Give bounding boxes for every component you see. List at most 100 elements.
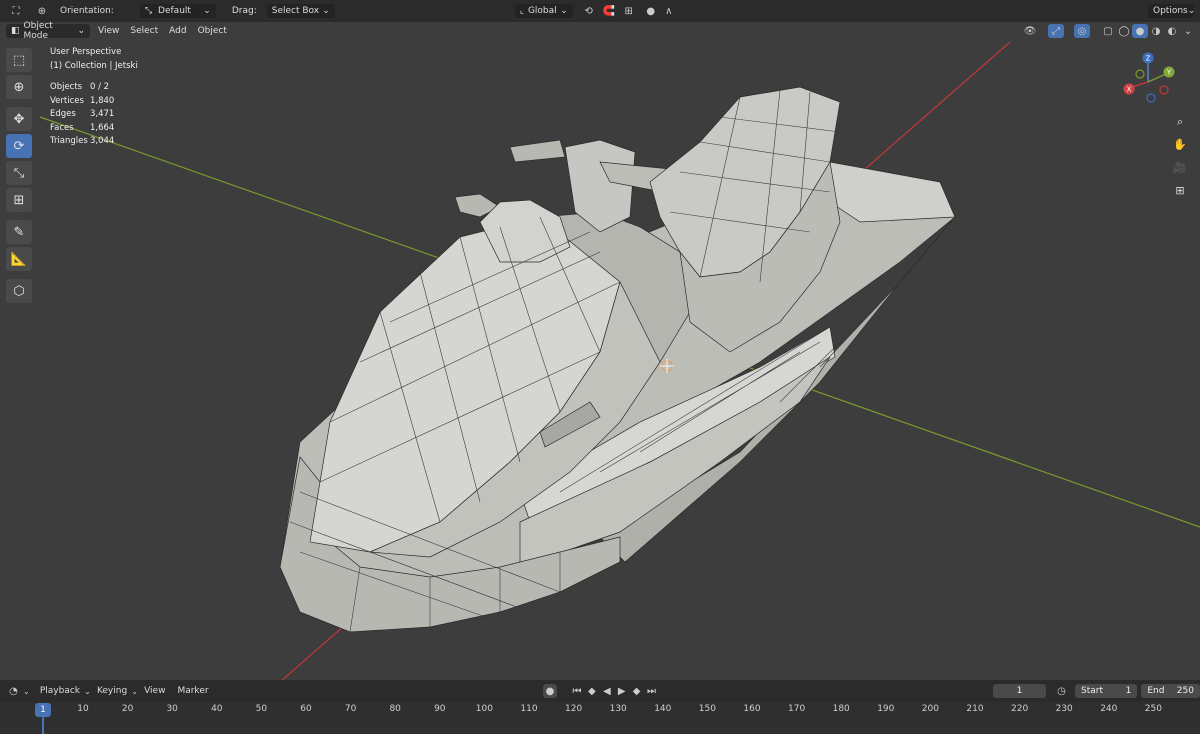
next-keyframe-icon[interactable]: ◆: [629, 684, 644, 698]
stopwatch-icon[interactable]: ◷: [1054, 684, 1069, 698]
stat-label: Objects: [50, 82, 83, 92]
end-frame-field[interactable]: End 250: [1141, 684, 1200, 698]
3d-viewport[interactable]: [0, 22, 1200, 680]
frame-tick-label: 70: [344, 704, 357, 714]
rendered-shading-icon[interactable]: ◐: [1164, 24, 1180, 38]
falloff-icon[interactable]: ∧: [661, 4, 677, 18]
frame-tick-label: 200: [921, 704, 939, 714]
xray-icon[interactable]: ▢: [1100, 24, 1116, 38]
frame-tick-label: 130: [609, 704, 627, 714]
frame-tick-label: 40: [211, 704, 223, 714]
pan-hand-icon[interactable]: ✋: [1170, 134, 1190, 154]
solid-shading-icon[interactable]: ●: [1132, 24, 1148, 38]
frame-tick-label: 90: [434, 704, 446, 714]
chevron-down-icon[interactable]: ⌄: [80, 684, 95, 698]
menu-marker[interactable]: Marker: [177, 686, 208, 696]
toolbar: ⬚ ⊕ ✥ ⟳ ⤡ ⊞ ✎ 📐 ⬡: [6, 48, 34, 306]
viewport-header: ◧ Object Mode ⌄ View Select Add Object 👁…: [0, 21, 1200, 41]
prev-keyframe-icon[interactable]: ◆: [584, 684, 599, 698]
tool-settings-bar: ⛶ ⊕ Orientation: ⤡ Default ⌄ Drag: Selec…: [0, 0, 1200, 22]
frame-tick-label: 110: [520, 704, 538, 714]
drag-dropdown[interactable]: Select Box ⌄: [266, 4, 335, 18]
drag-value: Select Box: [271, 6, 320, 16]
chevron-down-icon: ⌄: [203, 6, 211, 16]
menu-keying[interactable]: Keying: [97, 686, 127, 696]
orientation-gizmo-icon: ⊕: [37, 5, 47, 17]
scale-tool-icon[interactable]: ⤡: [6, 161, 32, 185]
chevron-down-icon[interactable]: ⌄: [19, 684, 34, 698]
zoom-icon[interactable]: ⌕: [1170, 112, 1190, 132]
chevron-down-icon[interactable]: ⌄: [127, 684, 142, 698]
select-tool-icon[interactable]: ⬚: [6, 48, 32, 72]
options-dropdown[interactable]: Options ⌄: [1148, 4, 1196, 18]
visibility-icon[interactable]: 👁: [1022, 24, 1038, 38]
menu-playback[interactable]: Playback: [40, 686, 80, 696]
measure-tool-icon[interactable]: 📐: [6, 247, 32, 271]
menu-add[interactable]: Add: [169, 26, 186, 36]
timeline-ruler[interactable]: 1 10 20 30 40 50 60 70 80 90 100 110 120 130 140 150 16…: [0, 702, 1200, 734]
navigation-gizmo[interactable]: Z X Y: [1120, 50, 1180, 110]
play-reverse-icon[interactable]: ◀: [599, 684, 614, 698]
play-icon[interactable]: ▶: [614, 684, 629, 698]
start-frame-field[interactable]: Start 1: [1074, 684, 1138, 698]
proportional-edit-icon[interactable]: ●: [643, 4, 659, 18]
transform-pivot-icon[interactable]: ⛶: [8, 4, 24, 18]
options-label: Options: [1153, 6, 1188, 16]
frame-tick-label: 170: [788, 704, 806, 714]
material-shading-icon[interactable]: ◑: [1148, 24, 1164, 38]
stat-row: Objects 0 / 2: [50, 81, 138, 95]
frame-tick-label: 190: [877, 704, 895, 714]
transform-tool-icon[interactable]: ⊞: [6, 188, 32, 212]
wireframe-shading-icon[interactable]: ◯: [1116, 24, 1132, 38]
frame-tick-label: 10: [77, 704, 89, 714]
global-axes-icon: ⌞: [519, 6, 524, 16]
chevron-down-icon[interactable]: ⌄: [1180, 24, 1196, 38]
move-tool-icon[interactable]: ✥: [6, 107, 32, 131]
stat-row: Faces 1,664: [50, 122, 138, 136]
stat-value: 0 / 2: [90, 82, 110, 92]
jump-start-icon[interactable]: ⏮: [569, 684, 584, 698]
end-value: 250: [1176, 686, 1194, 696]
perspective-label: User Perspective: [50, 47, 122, 57]
stat-value: 1,840: [90, 95, 115, 106]
stat-label: Faces: [50, 122, 74, 133]
playhead-line: [42, 716, 44, 734]
add-cube-tool-icon[interactable]: ⬡: [6, 279, 32, 303]
menu-timeline-view[interactable]: View: [144, 686, 165, 696]
annotate-tool-icon[interactable]: ✎: [6, 220, 32, 244]
snap-icon[interactable]: 🧲: [601, 4, 617, 18]
snap-target-icon[interactable]: ⊞: [621, 4, 637, 18]
stat-row: Vertices 1,840: [50, 95, 138, 109]
jump-end-icon[interactable]: ⏭: [644, 684, 659, 698]
jetski-mesh[interactable]: [279, 86, 956, 633]
end-label: End: [1147, 686, 1165, 696]
perspective-grid-icon[interactable]: ⊞: [1170, 180, 1190, 200]
cursor-tool-icon[interactable]: ⊕: [6, 75, 32, 99]
viewport-scene: [39, 41, 1200, 680]
mode-value: Object Mode: [23, 21, 53, 41]
record-icon[interactable]: ●: [542, 684, 558, 698]
playhead[interactable]: 1: [35, 703, 51, 717]
frame-tick-label: 220: [1011, 704, 1029, 714]
pivot-point-icon[interactable]: ⟲: [581, 4, 597, 18]
viewport-stats: User Perspective (1) Collection | Jetski…: [50, 46, 138, 149]
overlay-toggle-icon[interactable]: ◎: [1074, 24, 1090, 38]
frame-tick-label: 210: [966, 704, 984, 714]
stat-label: Edges: [50, 109, 76, 119]
chevron-down-icon: ⌄: [1187, 6, 1196, 16]
mode-dropdown[interactable]: ◧ Object Mode ⌄: [6, 21, 90, 41]
chevron-down-icon: ⌄: [77, 26, 85, 36]
orientation-dropdown[interactable]: ⤡ Default ⌄: [139, 4, 216, 18]
gizmo-toggle-icon[interactable]: ⤢: [1048, 24, 1064, 38]
menu-select[interactable]: Select: [130, 26, 158, 36]
stat-label: Vertices: [50, 95, 84, 106]
orientation-label: Orientation:: [60, 6, 114, 16]
y-axis-label: Y: [1166, 69, 1172, 77]
current-frame-field[interactable]: 1: [993, 684, 1047, 698]
transform-orientation-dropdown[interactable]: ⌞ Global ⌄: [514, 4, 573, 18]
rotate-tool-icon[interactable]: ⟳: [6, 134, 32, 158]
menu-view[interactable]: View: [98, 26, 119, 36]
menu-object[interactable]: Object: [198, 26, 227, 36]
camera-icon[interactable]: 🎥: [1170, 157, 1190, 177]
timeline-header: ◔ ⌄ Playback ⌄ Keying ⌄ View Marker ● ⏮ …: [0, 680, 1200, 702]
